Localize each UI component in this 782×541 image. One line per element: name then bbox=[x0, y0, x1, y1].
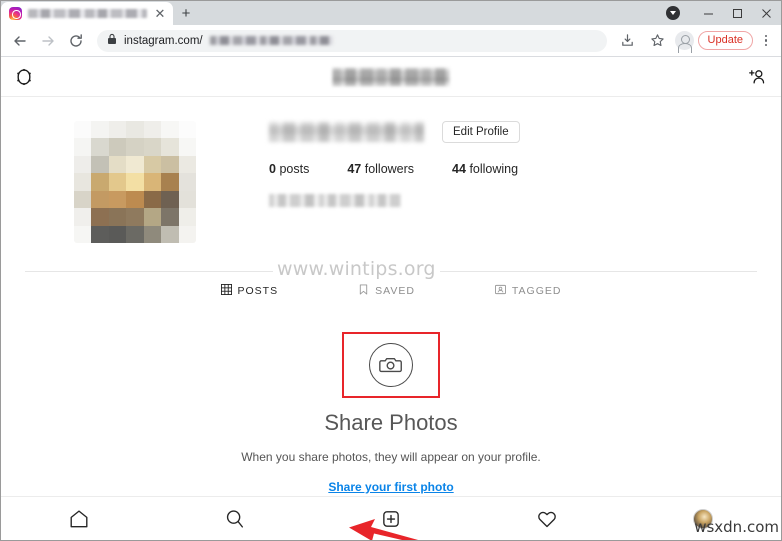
url-text: instagram.com/ bbox=[124, 34, 203, 47]
profile-divider: www.wintips.org bbox=[25, 258, 757, 280]
window-controls bbox=[694, 3, 781, 23]
grid-icon bbox=[220, 284, 232, 298]
nav-home[interactable] bbox=[1, 508, 157, 530]
tab-saved-label: SAVED bbox=[375, 285, 415, 297]
instagram-favicon-icon bbox=[9, 7, 22, 20]
tagged-person-icon bbox=[494, 284, 506, 298]
add-person-icon[interactable] bbox=[745, 66, 769, 88]
close-tab-icon[interactable]: ✕ bbox=[153, 7, 167, 21]
profile-avatar-wrap bbox=[1, 119, 269, 243]
stat-following-value: 44 bbox=[452, 162, 466, 176]
padlock-icon bbox=[107, 32, 117, 50]
share-photos-title: Share Photos bbox=[324, 410, 458, 435]
browser-tab-instagram[interactable]: ✕ bbox=[1, 2, 173, 25]
stat-posts: 0 posts bbox=[269, 162, 309, 176]
highlight-box-camera bbox=[342, 332, 440, 398]
back-icon[interactable] bbox=[7, 28, 33, 54]
share-first-photo-link[interactable]: Share your first photo bbox=[328, 480, 453, 494]
maximize-button[interactable] bbox=[723, 3, 752, 23]
profile-stats: 0 posts 47 followers 44 following bbox=[269, 162, 781, 176]
red-pointer-arrow bbox=[349, 518, 420, 540]
camera-circle-icon[interactable] bbox=[369, 343, 413, 387]
stat-following[interactable]: 44 following bbox=[452, 162, 518, 176]
profile-info: Edit Profile 0 posts 47 followers 44 fol… bbox=[269, 119, 781, 243]
tab-tagged[interactable]: TAGGED bbox=[494, 284, 562, 298]
watermark-wsxdn: wsxdn.com bbox=[694, 518, 779, 536]
edit-profile-button[interactable]: Edit Profile bbox=[442, 121, 520, 143]
browser-window: ✕ + instagram.com/ Update Edit Profile 0… bbox=[0, 0, 782, 541]
profile-name-row: Edit Profile bbox=[269, 121, 781, 143]
nav-activity[interactable] bbox=[469, 508, 625, 530]
install-app-icon[interactable] bbox=[615, 28, 641, 54]
share-photos-description: When you share photos, they will appear … bbox=[241, 450, 541, 464]
empty-state: Share Photos When you share photos, they… bbox=[1, 332, 781, 496]
bottom-navigation: wsxdn.com bbox=[1, 496, 781, 540]
bookmark-star-icon[interactable] bbox=[645, 28, 671, 54]
browser-profile-avatar[interactable] bbox=[674, 31, 694, 53]
forward-icon[interactable] bbox=[35, 28, 61, 54]
address-bar[interactable]: instagram.com/ bbox=[97, 29, 607, 52]
tab-saved[interactable]: SAVED bbox=[358, 284, 415, 298]
profile-area: Edit Profile 0 posts 47 followers 44 fol… bbox=[1, 97, 781, 243]
profile-tabs: POSTS SAVED TAGGED bbox=[1, 284, 781, 298]
bookmark-icon bbox=[358, 284, 369, 298]
tab-title-redacted bbox=[28, 9, 147, 18]
stat-followers-label: followers bbox=[364, 162, 415, 176]
tab-posts-label: POSTS bbox=[237, 285, 279, 297]
camera-outline-icon[interactable] bbox=[13, 66, 35, 88]
stat-followers[interactable]: 47 followers bbox=[347, 162, 414, 176]
stat-following-label: following bbox=[469, 162, 519, 176]
profile-avatar-redacted[interactable] bbox=[74, 121, 196, 243]
home-icon bbox=[70, 509, 88, 527]
tab-tagged-label: TAGGED bbox=[511, 285, 562, 297]
profile-bio-redacted bbox=[269, 194, 401, 207]
browser-menu-icon[interactable] bbox=[757, 30, 775, 52]
watermark-wintips: www.wintips.org bbox=[273, 258, 440, 280]
profile-display-name-redacted bbox=[269, 122, 424, 142]
tab-search-icon[interactable] bbox=[666, 6, 680, 20]
reload-icon[interactable] bbox=[63, 28, 89, 54]
minimize-button[interactable] bbox=[694, 3, 723, 23]
search-icon bbox=[226, 509, 244, 528]
update-button[interactable]: Update bbox=[697, 31, 753, 50]
close-window-button[interactable] bbox=[752, 3, 781, 23]
tab-strip: ✕ + bbox=[1, 1, 781, 25]
header-username-redacted bbox=[332, 67, 450, 86]
stat-followers-value: 47 bbox=[347, 162, 362, 176]
tab-posts[interactable]: POSTS bbox=[220, 284, 279, 298]
instagram-page: Edit Profile 0 posts 47 followers 44 fol… bbox=[1, 57, 781, 540]
instagram-top-header bbox=[1, 57, 781, 97]
browser-toolbar: instagram.com/ Update bbox=[1, 25, 781, 57]
nav-search[interactable] bbox=[157, 508, 313, 530]
url-path-redacted bbox=[209, 36, 333, 45]
stat-posts-label: posts bbox=[279, 162, 310, 176]
stat-posts-value: 0 bbox=[269, 162, 276, 176]
new-tab-button[interactable]: + bbox=[173, 3, 199, 25]
heart-icon bbox=[538, 511, 556, 527]
toolbar-right-actions: Update bbox=[615, 28, 775, 54]
nav-new-post[interactable] bbox=[313, 508, 469, 540]
